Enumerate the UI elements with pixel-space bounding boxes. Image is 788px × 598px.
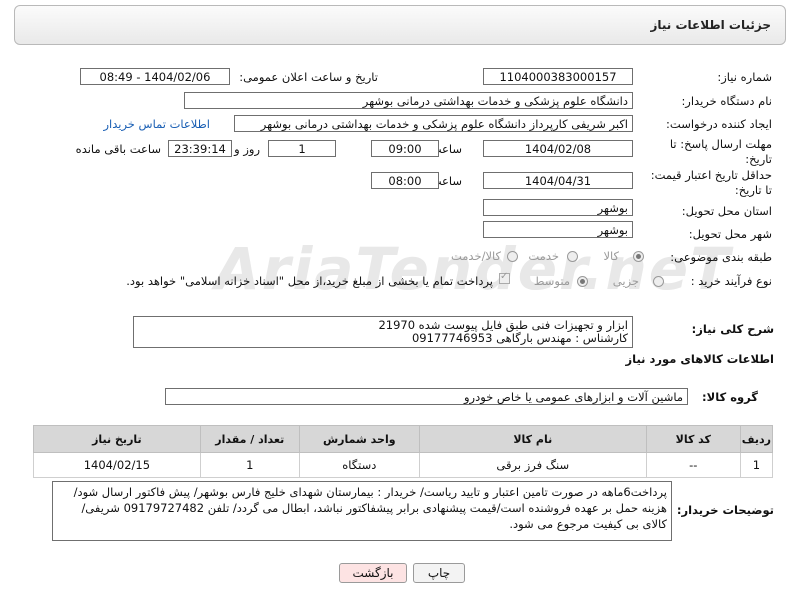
print-button[interactable]: چاپ	[413, 563, 465, 583]
category-label: طبقه بندی موضوعی:	[670, 250, 772, 264]
days-field: 1	[268, 140, 336, 157]
reply-deadline-label-2: تاریخ:	[745, 152, 772, 166]
remaining-label: ساعت باقی مانده	[75, 142, 161, 156]
table-row: 1 -- سنگ فرز برقی دستگاه 1 1404/02/15	[33, 452, 774, 478]
process-radio-medium[interactable]	[577, 276, 588, 287]
announce-label: تاریخ و ساعت اعلان عمومی:	[239, 70, 378, 84]
cell-row: 1	[739, 452, 774, 478]
buyer-notes-field: پرداخت6ماهه در صورت تامین اعتبار و تایید…	[52, 481, 672, 541]
header-panel: جزئیات اطلاعات نیاز	[14, 5, 786, 45]
col-row: ردیف	[739, 425, 774, 453]
goods-group-field: ماشین آلات و ابزارهای عمومی یا خاص خودرو	[165, 388, 688, 405]
goods-section-title: اطلاعات کالاهای مورد نیاز	[625, 352, 774, 366]
price-validity-label-2: تا تاریخ:	[734, 183, 772, 197]
col-unit: واحد شمارش	[298, 425, 420, 453]
process-option-minor: جزیی	[612, 274, 639, 288]
city-field: بوشهر	[483, 221, 633, 238]
province-label: استان محل تحویل:	[681, 204, 772, 218]
cell-code: --	[645, 452, 741, 478]
payment-note: پرداخت تمام یا بخشی از مبلغ خرید،از محل …	[126, 274, 493, 288]
goods-table-header: ردیف کد کالا نام کالا واحد شمارش تعداد /…	[33, 425, 774, 453]
price-validity-label: حداقل تاریخ اعتبار قیمت:	[650, 168, 772, 182]
process-radio-minor[interactable]	[653, 276, 664, 287]
cell-need-date: 1404/02/15	[33, 452, 201, 478]
buyer-notes-line-1: پرداخت6ماهه در صورت تامین اعتبار و تایید…	[73, 485, 667, 499]
category-option-goods-service: کالا/خدمت	[450, 249, 501, 263]
days-label: روز و	[234, 142, 260, 156]
description-field: ابزار و تجهیزات فنی طبق فایل پیوست شده 2…	[133, 316, 633, 348]
watermark-logo: AriaTender.neT	[215, 235, 732, 303]
announce-field: 1404/02/06 - 08:49	[80, 68, 230, 85]
buyer-org-field: دانشگاه علوم پزشکی و خدمات بهداشتی درمان…	[184, 92, 633, 109]
reply-deadline-label: مهلت ارسال پاسخ: تا	[669, 137, 772, 151]
validity-time-field: 08:00	[371, 172, 439, 189]
category-option-service: خدمت	[528, 249, 559, 263]
process-option-medium: متوسط	[533, 274, 570, 288]
reply-time-field: 09:00	[371, 140, 439, 157]
description-line-2: کارشناس : مهندس بارگاهی 09177746953	[411, 331, 628, 345]
cell-quantity: 1	[199, 452, 300, 478]
category-radio-service[interactable]	[567, 251, 578, 262]
requester-label: ایجاد کننده درخواست:	[666, 117, 772, 131]
category-radio-goods-service[interactable]	[507, 251, 518, 262]
buyer-notes-line-3: کالای بی کیفیت مرجوع می شود.	[509, 517, 667, 531]
buyer-notes-label: توضیحات خریدار:	[676, 503, 774, 517]
goods-group-label: گروه کالا:	[702, 390, 758, 404]
col-need-date: تاریخ نیاز	[33, 425, 201, 453]
page-title: جزئیات اطلاعات نیاز	[650, 18, 771, 32]
need-number-field: 1104000383000157	[483, 68, 633, 85]
col-quantity: تعداد / مقدار	[199, 425, 300, 453]
category-option-goods: کالا	[603, 249, 619, 263]
category-radio-goods[interactable]	[633, 251, 644, 262]
buyer-contact-link[interactable]: اطلاعات تماس خریدار	[103, 117, 210, 131]
col-code: کد کالا	[645, 425, 741, 453]
payment-checkbox[interactable]	[499, 271, 510, 284]
cell-unit: دستگاه	[298, 452, 420, 478]
need-number-label: شماره نیاز:	[717, 70, 772, 84]
goods-table: ردیف کد کالا نام کالا واحد شمارش تعداد /…	[33, 425, 774, 478]
buyer-notes-line-2: هزینه حمل بر عهده فروشنده است/قیمت پیشنه…	[81, 501, 667, 515]
process-label: نوع فرآیند خرید :	[690, 274, 772, 288]
col-name: نام کالا	[418, 425, 647, 453]
description-label: شرح کلی نیاز:	[691, 322, 774, 336]
buyer-org-label: نام دستگاه خریدار:	[681, 94, 772, 108]
cell-name: سنگ فرز برقی	[418, 452, 647, 478]
remaining-time-field: 23:39:14	[168, 140, 232, 157]
province-field: بوشهر	[483, 199, 633, 216]
back-button[interactable]: بازگشت	[339, 563, 407, 583]
reply-date-field: 1404/02/08	[483, 140, 633, 157]
validity-date-field: 1404/04/31	[483, 172, 633, 189]
city-label: شهر محل تحویل:	[688, 227, 772, 241]
requester-field: اکبر شریفی کارپرداز دانشگاه علوم پزشکی و…	[234, 115, 633, 132]
